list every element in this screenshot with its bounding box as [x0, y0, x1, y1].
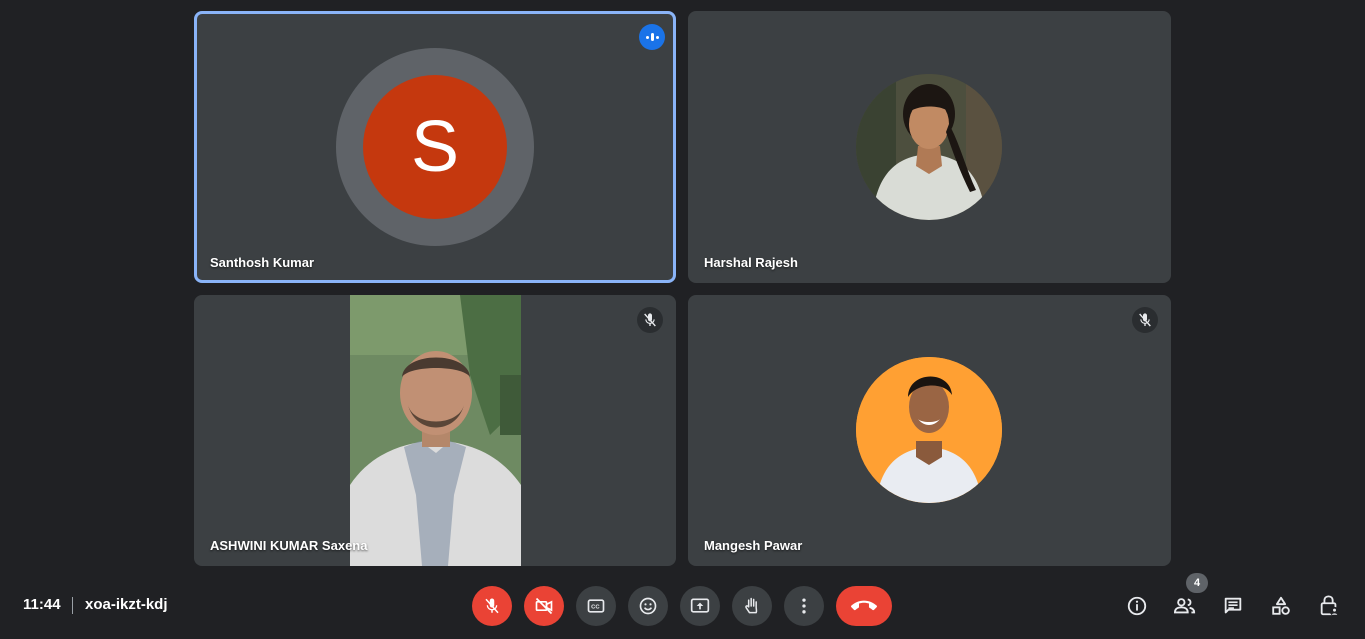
raise-hand-icon [745, 597, 758, 614]
divider [72, 597, 73, 614]
host-controls-button[interactable] [1313, 590, 1345, 622]
chat-button[interactable] [1217, 590, 1249, 622]
present-screen-icon [690, 598, 710, 613]
raise-hand-button[interactable] [732, 586, 772, 626]
call-end-icon [851, 600, 877, 611]
reactions-button[interactable] [628, 586, 668, 626]
svg-text:CC: CC [591, 605, 600, 611]
avatar: S [363, 75, 507, 219]
avatar [856, 357, 1002, 503]
meeting-time: 11:44 [23, 596, 61, 613]
participant-tile-harshal[interactable]: Harshal Rajesh [688, 11, 1171, 283]
people-icon [1173, 598, 1196, 614]
closed-caption-icon: CC [587, 599, 605, 613]
mic-off-icon [485, 598, 499, 614]
people-button[interactable] [1169, 590, 1201, 622]
mic-off-icon [637, 307, 663, 333]
activities-button[interactable] [1265, 590, 1297, 622]
mic-off-icon [1132, 307, 1158, 333]
chat-icon [1224, 597, 1242, 614]
camera-toggle-button[interactable] [524, 586, 564, 626]
participant-name: Santhosh Kumar [210, 255, 315, 270]
lock-person-icon [1320, 595, 1340, 617]
more-options-button[interactable] [784, 586, 824, 626]
participant-video [350, 295, 521, 566]
participant-tile-santhosh[interactable]: S Santhosh Kumar [194, 11, 676, 283]
activities-icon [1272, 596, 1290, 615]
present-button[interactable] [680, 586, 720, 626]
info-icon [1127, 596, 1147, 616]
mic-toggle-button[interactable] [472, 586, 512, 626]
videocam-off-icon [535, 597, 553, 615]
meeting-details-button[interactable] [1121, 590, 1153, 622]
more-vert-icon [802, 598, 806, 614]
speaking-indicator-icon [639, 24, 665, 50]
emoji-icon [639, 597, 657, 615]
avatar [856, 74, 1002, 220]
leave-call-button[interactable] [836, 586, 892, 626]
participant-tile-mangesh[interactable]: Mangesh Pawar [688, 295, 1171, 566]
participant-name: Harshal Rajesh [704, 255, 798, 270]
captions-button[interactable]: CC [576, 586, 616, 626]
participant-name: Mangesh Pawar [704, 538, 803, 553]
participant-name: ASHWINI KUMAR Saxena [210, 538, 368, 553]
participant-tile-ashwini[interactable]: ASHWINI KUMAR Saxena [194, 295, 676, 566]
meeting-code: xoa-ikzt-kdj [85, 596, 168, 613]
speaking-ring: S [336, 48, 534, 246]
